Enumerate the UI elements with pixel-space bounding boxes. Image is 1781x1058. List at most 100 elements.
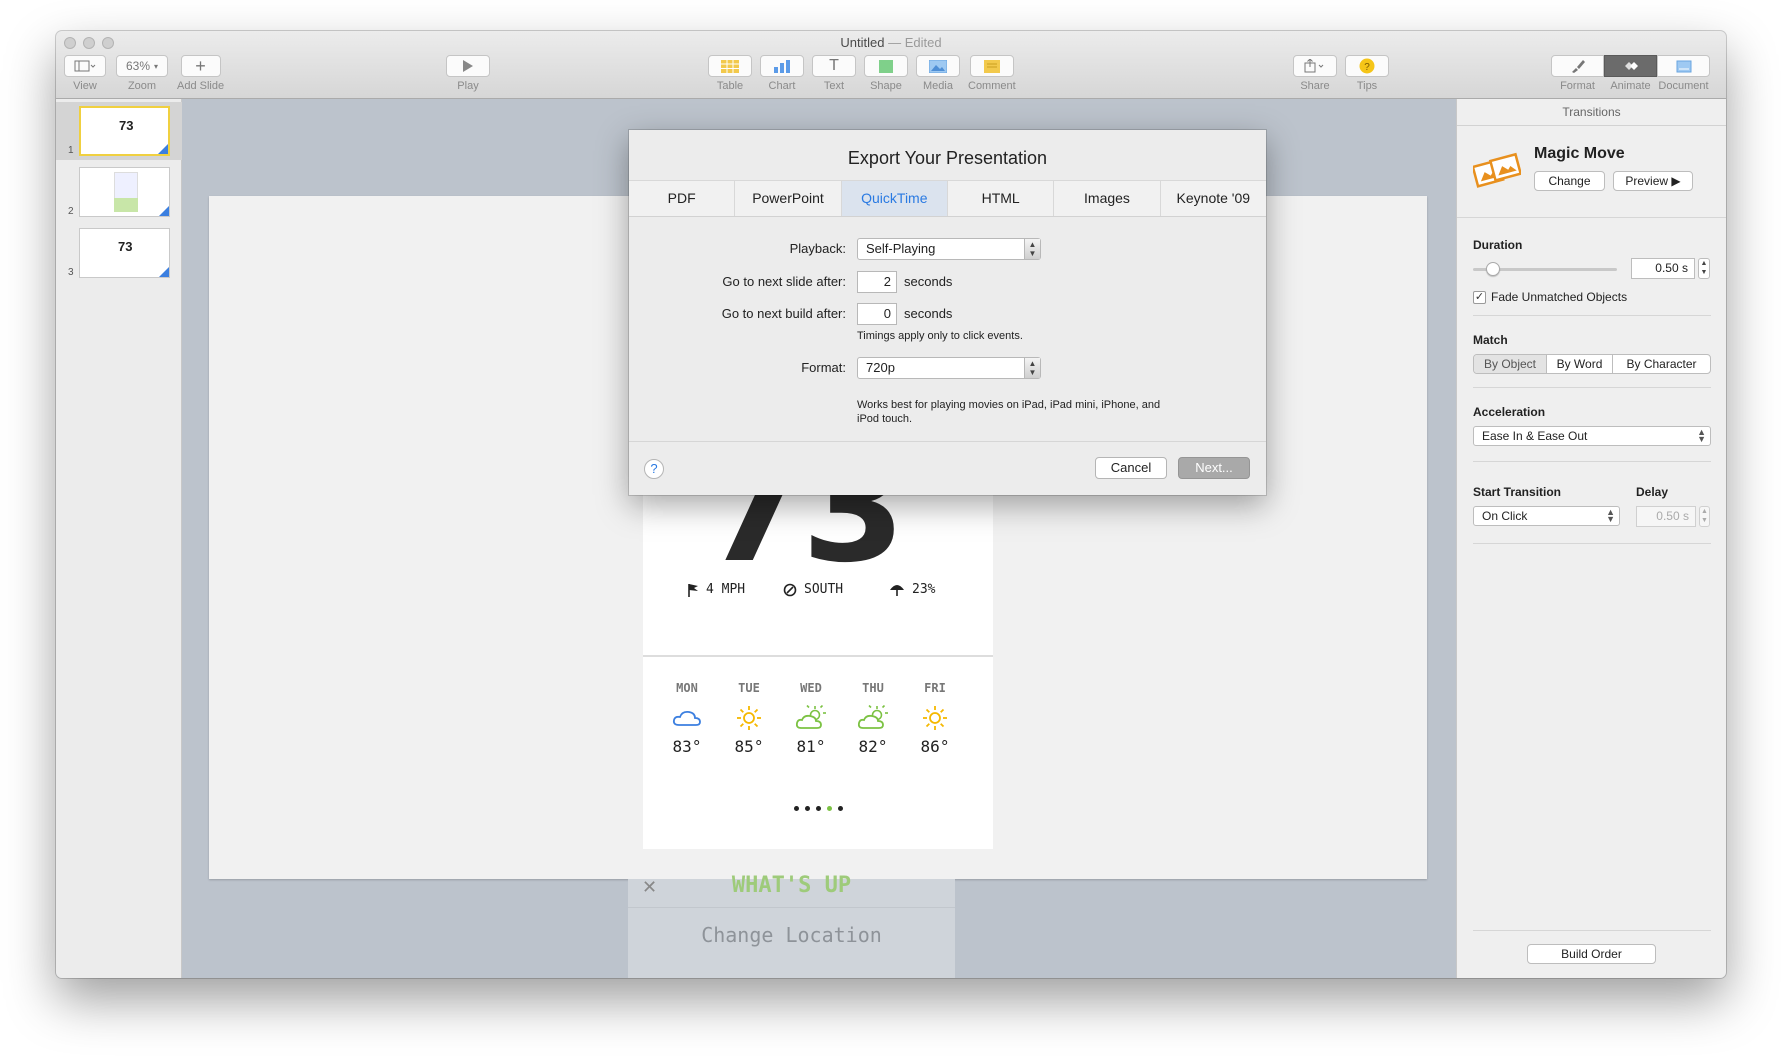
slider-thumb[interactable] [1486, 262, 1500, 276]
animate-tab[interactable]: Animate [1604, 55, 1657, 92]
format-tab[interactable]: Format [1551, 55, 1604, 92]
tab-quicktime[interactable]: QuickTime [841, 181, 948, 216]
next-build-input[interactable]: 0 [857, 303, 897, 325]
playback-select[interactable]: Self-Playing ▲ ▼ [857, 238, 1041, 260]
play-control[interactable]: Play [446, 55, 490, 92]
delay-stepper[interactable]: ▲ ▼ [1699, 506, 1710, 527]
divider [1473, 387, 1711, 388]
play-icon [463, 60, 473, 72]
tips-button[interactable]: ? [1345, 55, 1389, 77]
zoom-select[interactable]: 63% ▾ [116, 55, 168, 77]
format-note-line-2: iPod touch. [857, 413, 913, 425]
next-button[interactable]: Next... [1178, 457, 1250, 479]
forecast-day-name: MON [676, 681, 698, 695]
duration-field[interactable]: 0.50 s [1631, 258, 1695, 279]
updown-chevron-icon: ▲ ▼ [1606, 507, 1615, 524]
view-control[interactable]: View [64, 55, 106, 92]
match-by-object[interactable]: By Object [1474, 355, 1547, 373]
zoom-control[interactable]: 63% ▾ Zoom [116, 55, 168, 92]
match-by-word[interactable]: By Word [1547, 355, 1613, 373]
table-control[interactable]: Table [708, 55, 752, 92]
help-button[interactable]: ? [644, 459, 664, 479]
slide-thumbnail-1[interactable]: 1 73 [56, 102, 182, 160]
playback-value: Self-Playing [866, 241, 936, 256]
start-transition-select[interactable]: On Click ▲ ▼ [1473, 506, 1620, 526]
flag-icon [688, 583, 698, 597]
forecast-day: WED 81° [781, 681, 841, 756]
comment-button[interactable] [969, 55, 1014, 77]
text-button[interactable]: T [812, 55, 856, 77]
keynote-window: Untitled — Edited View 63% ▾ Zoom + Add S… [56, 31, 1726, 978]
wind-direction: SOUTH [783, 582, 843, 597]
updown-chevron-icon: ▲ ▼ [1024, 239, 1040, 259]
slide-thumbnail-2[interactable]: 2 [56, 163, 182, 221]
share-control[interactable]: Share [1293, 55, 1337, 92]
tab-images[interactable]: Images [1054, 181, 1161, 216]
forecast-temp: 85° [734, 737, 764, 756]
seconds-label: seconds [904, 274, 953, 289]
fade-unmatched-checkbox[interactable]: ✓ Fade Unmatched Objects [1473, 290, 1627, 304]
duration-section: Duration 0.50 s ▲ ▼ ✓ Fade Unmatched Obje… [1473, 238, 1711, 304]
add-slide-label: Add Slide [177, 80, 225, 92]
share-button[interactable] [1293, 55, 1337, 77]
shape-control[interactable]: Shape [864, 55, 908, 92]
shape-button[interactable] [864, 55, 908, 77]
document-label: Document [1658, 80, 1709, 92]
tips-control[interactable]: ? Tips [1345, 55, 1389, 92]
comment-icon [983, 59, 1000, 73]
forecast-temp: 86° [920, 737, 950, 756]
preview-button[interactable]: Preview ▶ [1613, 171, 1693, 191]
tab-html[interactable]: HTML [948, 181, 1055, 216]
play-label: Play [457, 80, 479, 92]
text-control[interactable]: T Text [812, 55, 856, 92]
document-name: Untitled [840, 35, 885, 50]
add-slide-button[interactable]: + [180, 55, 221, 77]
page-dot-active [826, 806, 832, 811]
start-transition-label: Start Transition [1473, 485, 1562, 499]
compass-icon [783, 583, 797, 596]
acceleration-select[interactable]: Ease In & Ease Out ▲ ▼ [1473, 426, 1711, 446]
forecast-divider [643, 655, 993, 657]
chart-control[interactable]: Chart [760, 55, 804, 92]
playback-label: Playback: [789, 241, 846, 256]
tab-pdf[interactable]: PDF [629, 181, 736, 216]
delay-field[interactable]: 0.50 s [1636, 506, 1696, 527]
slide-thumbnail-3[interactable]: 3 73 [56, 224, 182, 282]
match-by-character[interactable]: By Character [1613, 355, 1710, 373]
plus-icon: + [195, 55, 206, 76]
offslide-content[interactable]: ✕ WHAT'S UP Change Location [628, 873, 955, 978]
duration-slider[interactable] [1473, 262, 1617, 276]
forecast-day-name: THU [862, 681, 884, 695]
view-button[interactable] [64, 55, 106, 77]
media-control[interactable]: Media [916, 55, 960, 92]
next-slide-input[interactable]: 2 [857, 271, 897, 293]
share-icon [1304, 59, 1324, 73]
duration-stepper[interactable]: ▲ ▼ [1698, 258, 1710, 279]
build-order-button[interactable]: Build Order [1527, 944, 1656, 964]
tab-powerpoint[interactable]: PowerPoint [735, 181, 842, 216]
table-button[interactable] [708, 55, 752, 77]
tab-keynote-09[interactable]: Keynote '09 [1161, 181, 1266, 216]
playback-row: Playback: Self-Playing ▲ ▼ [629, 238, 1266, 260]
document-tab[interactable]: Document [1657, 55, 1710, 92]
change-button[interactable]: Change [1534, 171, 1605, 191]
cancel-button[interactable]: Cancel [1095, 457, 1167, 479]
partly-cloudy-icon [857, 705, 888, 729]
media-button[interactable] [916, 55, 960, 77]
slide-preview-band [114, 198, 138, 212]
tips-label: Tips [1356, 80, 1378, 92]
add-slide-control[interactable]: + Add Slide [177, 55, 224, 92]
weather-stats: 4 MPH SOUTH 23% [643, 582, 993, 602]
zoom-value: 63% [125, 59, 150, 73]
chart-button[interactable] [760, 55, 804, 77]
acceleration-label: Acceleration [1473, 405, 1546, 419]
format-note-line-1: Works best for playing movies on iPad, i… [857, 399, 1161, 411]
partly-cloudy-icon [795, 705, 826, 729]
comment-control[interactable]: Comment [968, 55, 1016, 92]
format-select[interactable]: 720p ▲ ▼ [857, 357, 1041, 379]
seconds-label: seconds [904, 306, 953, 321]
slide-number: 2 [68, 206, 74, 217]
play-button[interactable] [446, 55, 490, 77]
divider [1473, 461, 1711, 462]
page-dot [804, 806, 810, 811]
